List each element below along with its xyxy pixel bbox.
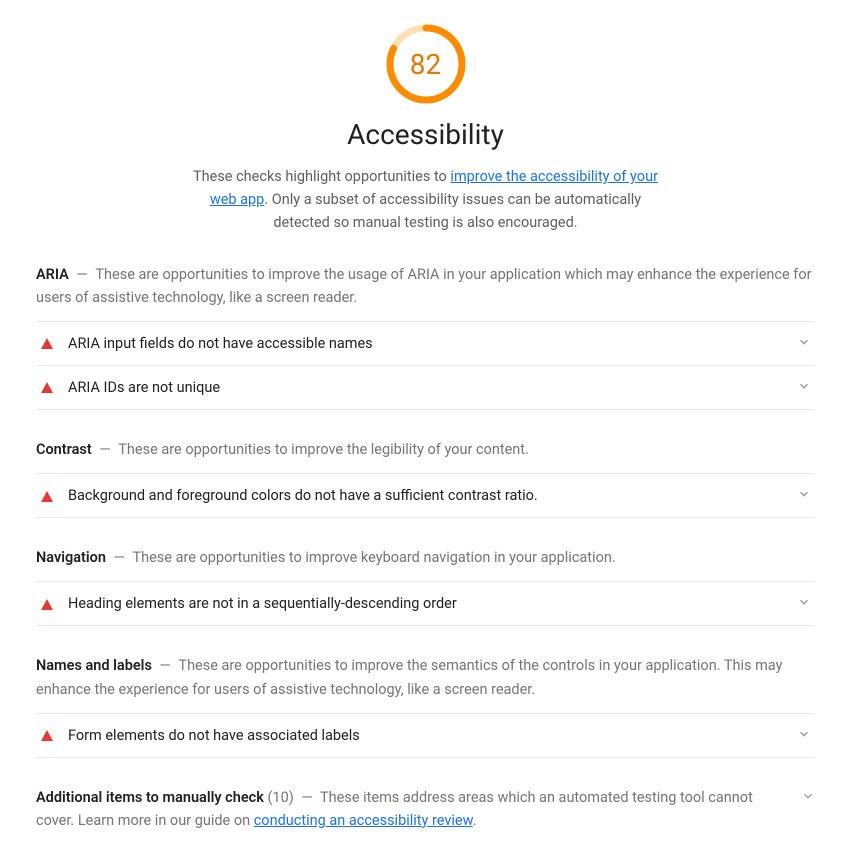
audit-title: Form elements do not have associated lab… [68, 727, 797, 744]
audit-title: Heading elements are not in a sequential… [68, 595, 797, 612]
subtitle-text-2: . Only a subset of accessibility issues … [264, 191, 641, 231]
chevron-down-icon [797, 594, 811, 613]
audit-title: Background and foreground colors do not … [68, 487, 797, 504]
audit-list: Heading elements are not in a sequential… [36, 581, 815, 626]
audit-row[interactable]: Heading elements are not in a sequential… [36, 582, 815, 626]
dash-separator: — [301, 789, 312, 806]
audit-section: Contrast — These are opportunities to im… [36, 438, 815, 518]
section-label: ARIA [36, 266, 69, 283]
warning-triangle-icon [40, 336, 54, 350]
manual-check-text: Additional items to manually check (10) … [36, 786, 789, 832]
audit-list: Background and foreground colors do not … [36, 473, 815, 518]
manual-check-section[interactable]: Additional items to manually check (10) … [36, 786, 815, 832]
warning-triangle-icon [40, 489, 54, 503]
page-title: Accessibility [36, 118, 815, 151]
chevron-down-icon [797, 486, 811, 505]
dash-separator: — [73, 266, 92, 283]
manual-check-count: (10) [267, 789, 293, 806]
section-desc: These are opportunities to improve keybo… [132, 549, 615, 566]
audit-row[interactable]: Form elements do not have associated lab… [36, 714, 815, 758]
warning-triangle-icon [40, 597, 54, 611]
dash-separator: — [156, 657, 175, 674]
section-heading: ARIA — These are opportunities to improv… [36, 263, 815, 309]
section-label: Contrast [36, 441, 92, 458]
warning-triangle-icon [40, 728, 54, 742]
section-desc: These are opportunities to improve the l… [118, 441, 529, 458]
chevron-down-icon [797, 334, 811, 353]
manual-check-label: Additional items to manually check [36, 789, 264, 806]
audit-row[interactable]: Background and foreground colors do not … [36, 474, 815, 518]
score-value: 82 [386, 24, 466, 104]
section-heading: Navigation — These are opportunities to … [36, 546, 815, 569]
dash-separator: — [96, 441, 115, 458]
subtitle-text-1: These checks highlight opportunities to [193, 168, 450, 185]
audit-title: ARIA IDs are not unique [68, 379, 797, 396]
audit-list: ARIA input fields do not have accessible… [36, 321, 815, 410]
audit-section: Navigation — These are opportunities to … [36, 546, 815, 626]
audit-row[interactable]: ARIA input fields do not have accessible… [36, 322, 815, 366]
audit-row[interactable]: ARIA IDs are not unique [36, 366, 815, 410]
chevron-down-icon[interactable] [789, 786, 815, 832]
score-gauge: 82 [386, 24, 466, 104]
audit-section: Names and labels — These are opportuniti… [36, 654, 815, 757]
section-label: Navigation [36, 549, 106, 566]
page-subtitle: These checks highlight opportunities to … [186, 165, 666, 235]
section-heading: Contrast — These are opportunities to im… [36, 438, 815, 461]
audit-list: Form elements do not have associated lab… [36, 713, 815, 758]
section-desc: These are opportunities to improve the u… [36, 266, 812, 306]
accessibility-review-link[interactable]: conducting an accessibility review [254, 812, 473, 829]
chevron-down-icon [797, 378, 811, 397]
section-label: Names and labels [36, 657, 152, 674]
score-gauge-container: 82 [36, 24, 815, 104]
warning-triangle-icon [40, 380, 54, 394]
section-heading: Names and labels — These are opportuniti… [36, 654, 815, 700]
dash-separator: — [110, 549, 129, 566]
manual-check-period: . [473, 812, 477, 829]
audit-section: ARIA — These are opportunities to improv… [36, 263, 815, 410]
audit-title: ARIA input fields do not have accessible… [68, 335, 797, 352]
